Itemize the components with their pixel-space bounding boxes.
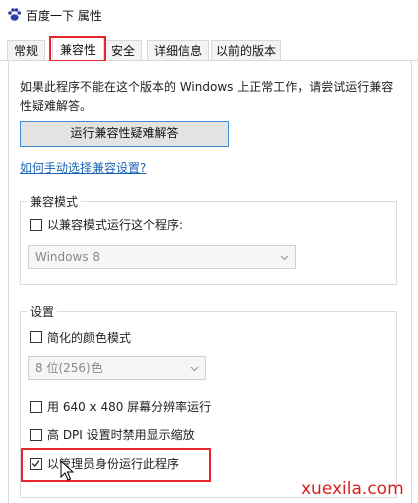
res-640-label: 用 640 x 480 屏幕分辨率运行: [47, 400, 212, 414]
chevron-down-icon: [190, 366, 199, 372]
settings-group-label: 设置: [27, 303, 58, 320]
reduced-color-checkbox[interactable]: [30, 331, 42, 343]
tab-security[interactable]: 安全: [104, 40, 142, 60]
run-troubleshooter-button[interactable]: 运行兼容性疑难解答: [20, 121, 229, 147]
compat-mode-group: [20, 201, 397, 285]
compat-mode-checkbox[interactable]: [30, 219, 42, 231]
tab-general[interactable]: 常规: [7, 40, 45, 60]
mouse-cursor-icon: [60, 460, 74, 481]
color-depth-select[interactable]: 8 位(256)色: [28, 356, 206, 380]
watermark-text: xuexila.com: [301, 479, 404, 499]
os-version-select[interactable]: Windows 8: [28, 245, 296, 269]
high-dpi-label: 高 DPI 设置时禁用显示缩放: [47, 428, 195, 442]
compat-mode-group-label: 兼容模式: [27, 193, 82, 210]
intro-text: 如果此程序不能在这个版本的 Windows 上正常工作，请尝试运行兼容性疑难解答…: [20, 80, 394, 113]
compat-mode-label: 以兼容模式运行这个程序:: [47, 218, 184, 232]
title-bar: 百度一下 属性: [0, 0, 418, 30]
os-version-value: Windows 8: [35, 250, 101, 264]
high-dpi-checkbox[interactable]: [30, 429, 42, 441]
tab-highlight-box: [49, 36, 106, 62]
chevron-down-icon: [280, 255, 289, 261]
admin-highlight-box: [21, 448, 211, 482]
res-640-checkbox[interactable]: [30, 401, 42, 413]
reduced-color-label: 简化的颜色模式: [47, 331, 132, 345]
tab-previous-versions[interactable]: 以前的版本: [211, 40, 281, 60]
tab-details[interactable]: 详细信息: [147, 40, 209, 60]
manual-settings-link[interactable]: 如何手动选择兼容设置?: [20, 159, 146, 176]
baidu-paw-icon: [8, 8, 22, 21]
color-depth-value: 8 位(256)色: [35, 361, 103, 375]
window-title: 百度一下 属性: [26, 9, 102, 23]
